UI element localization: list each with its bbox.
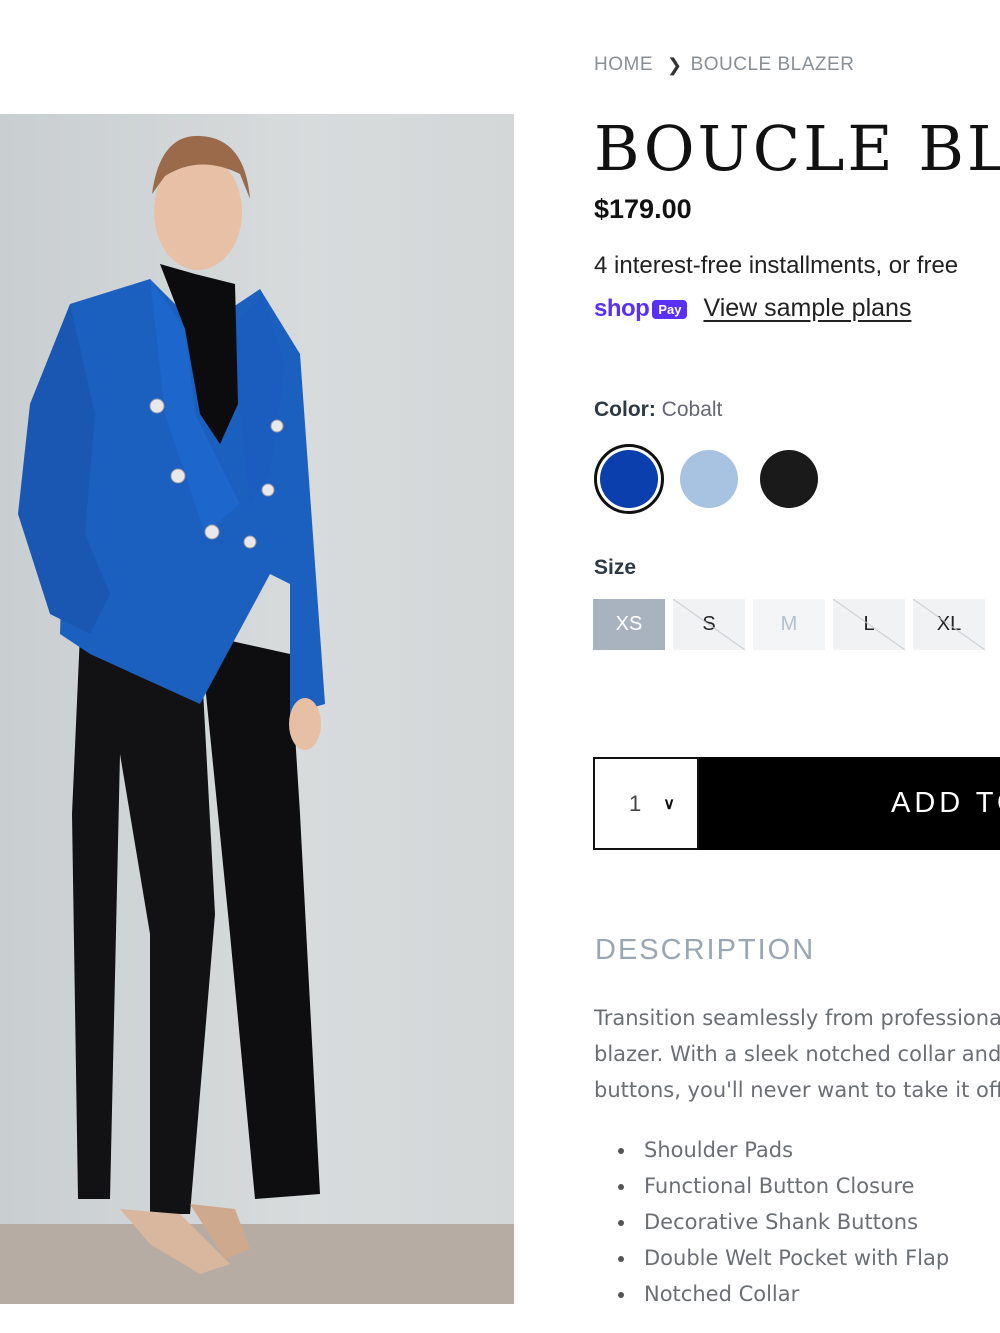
color-label: Color: Cobalt xyxy=(594,398,722,422)
size-option[interactable]: XL xyxy=(913,599,985,650)
color-swatch[interactable] xyxy=(594,444,664,514)
add-to-cart-button[interactable]: ADD TO CART xyxy=(699,757,1000,850)
product-image[interactable] xyxy=(0,114,514,1304)
feature-item: Double Welt Pocket with Flap xyxy=(594,1240,949,1276)
quantity-select[interactable]: 1 ∨ xyxy=(593,757,699,850)
model-illustration xyxy=(0,135,514,1304)
description-line: blazer. With a sleek notched collar and xyxy=(594,1042,1000,1066)
feature-list: Shoulder Pads Functional Button Closure … xyxy=(594,1132,949,1312)
view-sample-plans-link[interactable]: View sample plans xyxy=(703,294,911,323)
size-option[interactable]: S xyxy=(673,599,745,650)
size-unavailable-strike xyxy=(913,599,985,650)
description-text: Transition seamlessly from professional … xyxy=(594,1000,1000,1108)
size-option-label: XS xyxy=(615,613,643,635)
size-options: XS S M LXL xyxy=(593,599,993,650)
chevron-right-icon: ❯ xyxy=(667,54,683,75)
feature-item: Functional Button Closure xyxy=(594,1168,949,1204)
size-option[interactable]: L xyxy=(833,599,905,650)
product-price: $179.00 xyxy=(594,194,692,224)
description-line: Transition seamlessly from professional xyxy=(594,1006,1000,1030)
description-line: buttons, you'll never want to take it of… xyxy=(594,1078,1000,1102)
color-swatch[interactable] xyxy=(680,450,738,508)
breadcrumb: HOME ❯ BOUCLE BLAZER xyxy=(594,54,854,76)
color-selected-value: Cobalt xyxy=(661,398,723,421)
size-option[interactable]: M xyxy=(753,599,825,650)
shop-pay-row: shop Pay View sample plans xyxy=(594,294,911,323)
size-unavailable-strike xyxy=(833,599,905,650)
shop-pay-badge: Pay xyxy=(652,300,688,319)
feature-item: Shoulder Pads xyxy=(594,1132,949,1168)
installments-text: 4 interest-free installments, or free xyxy=(594,252,959,279)
feature-item: Notched Collar xyxy=(594,1276,949,1312)
breadcrumb-current: BOUCLE BLAZER xyxy=(690,54,855,75)
size-label: Size xyxy=(594,556,637,579)
product-title: BOUCLE BLAZER xyxy=(594,112,1000,185)
size-option-label: M xyxy=(780,613,798,635)
color-swatches xyxy=(594,444,840,514)
color-swatch[interactable] xyxy=(760,450,818,508)
description-heading: DESCRIPTION xyxy=(595,934,816,966)
chevron-down-icon: ∨ xyxy=(663,795,675,813)
breadcrumb-home-link[interactable]: HOME xyxy=(594,54,653,76)
feature-item: Decorative Shank Buttons xyxy=(594,1204,949,1240)
color-swatch-fill xyxy=(600,450,658,508)
size-option[interactable]: XS xyxy=(593,599,665,650)
size-unavailable-strike xyxy=(673,599,745,650)
color-swatch-fill xyxy=(680,450,738,508)
quantity-value: 1 xyxy=(629,790,642,816)
color-swatch-fill xyxy=(760,450,818,508)
color-label-title: Color: xyxy=(594,398,656,421)
shop-pay-logo: shop xyxy=(594,294,650,322)
